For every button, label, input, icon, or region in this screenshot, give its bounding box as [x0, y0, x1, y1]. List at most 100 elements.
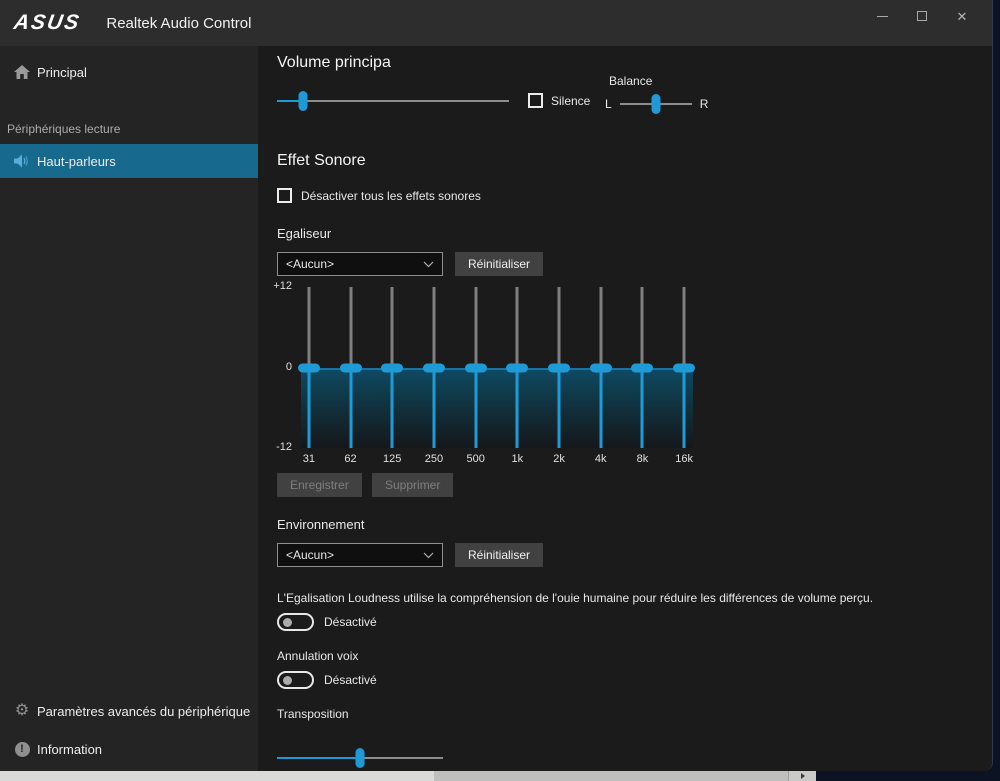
- delete-preset-button[interactable]: Supprimer: [372, 473, 453, 497]
- save-preset-button[interactable]: Enregistrer: [277, 473, 362, 497]
- volume-slider[interactable]: [277, 91, 509, 111]
- eq-band-label: 62: [330, 453, 372, 465]
- silence-checkbox[interactable]: [528, 93, 543, 108]
- equalizer-label: Egaliseur: [277, 226, 331, 241]
- scroll-right-icon: [801, 773, 805, 779]
- environment-reset-button[interactable]: Réinitialiser: [455, 543, 543, 567]
- loudness-description: L'Egalisation Loudness utilise la compré…: [277, 591, 873, 605]
- eq-track-upper: [683, 287, 686, 368]
- eq-band-label: 125: [371, 453, 413, 465]
- eq-track-lower: [599, 368, 602, 448]
- transposition-slider[interactable]: [277, 748, 443, 768]
- eq-slider-handle[interactable]: [423, 364, 445, 373]
- maximize-button[interactable]: [902, 0, 942, 32]
- eq-slider-handle[interactable]: [548, 364, 570, 373]
- environment-preset-dropdown[interactable]: <Aucun>: [277, 543, 443, 567]
- screen: ASUS Realtek Audio Control ✕ Principal P…: [0, 0, 1000, 781]
- minimize-button[interactable]: [862, 0, 902, 32]
- eq-band-label: 8k: [622, 453, 664, 465]
- volume-slider-track: [277, 100, 509, 102]
- eq-band-label: 4k: [580, 453, 622, 465]
- eq-slider-handle[interactable]: [631, 364, 653, 373]
- toggle-knob: [283, 676, 292, 685]
- eq-track-lower: [641, 368, 644, 448]
- eq-band-slider-4k[interactable]: 4k: [580, 287, 622, 467]
- sidebar-item-label: Haut-parleurs: [37, 154, 116, 169]
- balance-control: L R: [605, 94, 708, 114]
- eq-slider-handle[interactable]: [298, 364, 320, 373]
- eq-track-upper: [391, 287, 394, 368]
- horizontal-scrollbar[interactable]: [0, 771, 816, 781]
- app-title: Realtek Audio Control: [106, 15, 251, 32]
- eq-track-upper: [349, 287, 352, 368]
- gear-icon: ⚙: [11, 703, 33, 719]
- sidebar-item-label: Paramètres avancés du périphérique: [37, 704, 250, 719]
- main-content: Volume principa Silence Balance L R: [258, 46, 993, 771]
- sidebar-item-advanced-settings[interactable]: ⚙ Paramètres avancés du périphérique: [0, 695, 258, 727]
- scrollbar-thumb[interactable]: [0, 771, 434, 781]
- equalizer-preset-value: <Aucun>: [286, 257, 423, 271]
- eq-band-slider-500[interactable]: 500: [455, 287, 497, 467]
- transposition-slider-handle[interactable]: [356, 748, 365, 768]
- eq-track-upper: [474, 287, 477, 368]
- sidebar: Principal Périphériques lecture Haut-par…: [0, 46, 258, 771]
- transposition-slider-fill: [277, 757, 360, 759]
- eq-band-slider-8k[interactable]: 8k: [622, 287, 664, 467]
- eq-slider-handle[interactable]: [590, 364, 612, 373]
- balance-slider-handle[interactable]: [651, 94, 660, 114]
- scrollbar-right-button[interactable]: [788, 771, 816, 781]
- loudness-toggle[interactable]: [277, 613, 314, 631]
- asus-logo: ASUS: [12, 11, 83, 35]
- sidebar-item-label: Principal: [37, 65, 87, 80]
- eq-band-label: 31: [288, 453, 330, 465]
- chevron-down-icon: [423, 261, 434, 268]
- sidebar-item-principal[interactable]: Principal: [0, 56, 258, 88]
- speaker-icon: [11, 154, 33, 168]
- eq-track-upper: [599, 287, 602, 368]
- close-button[interactable]: ✕: [942, 0, 982, 32]
- eq-slider-handle[interactable]: [381, 364, 403, 373]
- eq-band-slider-31[interactable]: 31: [288, 287, 330, 467]
- voice-cancellation-label: Annulation voix: [277, 649, 358, 663]
- eq-band-slider-250[interactable]: 250: [413, 287, 455, 467]
- eq-band-slider-16k[interactable]: 16k: [663, 287, 705, 467]
- disable-effects-checkbox[interactable]: [277, 188, 292, 203]
- eq-slider-handle[interactable]: [340, 364, 362, 373]
- environment-label: Environnement: [277, 517, 364, 532]
- equalizer-preset-dropdown[interactable]: <Aucun>: [277, 252, 443, 276]
- close-icon: ✕: [957, 10, 968, 23]
- eq-track-lower: [432, 368, 435, 448]
- eq-track-lower: [349, 368, 352, 448]
- eq-track-lower: [516, 368, 519, 448]
- balance-slider[interactable]: [620, 94, 692, 114]
- eq-band-slider-125[interactable]: 125: [371, 287, 413, 467]
- eq-track-upper: [307, 287, 310, 368]
- eq-slider-handle[interactable]: [673, 364, 695, 373]
- eq-band-slider-2k[interactable]: 2k: [538, 287, 580, 467]
- equalizer-reset-button[interactable]: Réinitialiser: [455, 252, 543, 276]
- voice-cancellation-state-label: Désactivé: [324, 673, 377, 687]
- balance-label: Balance: [609, 74, 652, 88]
- silence-label: Silence: [551, 94, 590, 108]
- voice-cancellation-toggle[interactable]: [277, 671, 314, 689]
- mute-control[interactable]: Silence: [528, 93, 590, 108]
- loudness-state-label: Désactivé: [324, 615, 377, 629]
- maximize-icon: [917, 11, 927, 21]
- eq-band-slider-1k[interactable]: 1k: [497, 287, 539, 467]
- equalizer-panel: 31 62 125 250: [288, 287, 706, 467]
- transposition-label: Transposition: [277, 707, 349, 721]
- eq-band-label: 1k: [497, 453, 539, 465]
- sidebar-item-information[interactable]: ! Information: [0, 733, 258, 765]
- sidebar-item-speakers[interactable]: Haut-parleurs: [0, 144, 258, 178]
- titlebar: ASUS Realtek Audio Control ✕: [0, 0, 992, 46]
- eq-track-upper: [432, 287, 435, 368]
- sound-effect-heading: Effet Sonore: [277, 152, 366, 170]
- disable-effects-control[interactable]: Désactiver tous les effets sonores: [277, 188, 481, 203]
- balance-right-label: R: [700, 97, 709, 111]
- eq-slider-handle[interactable]: [506, 364, 528, 373]
- eq-slider-handle[interactable]: [465, 364, 487, 373]
- volume-slider-handle[interactable]: [298, 91, 307, 111]
- home-icon: [11, 65, 33, 80]
- toggle-knob: [283, 618, 292, 627]
- eq-band-slider-62[interactable]: 62: [330, 287, 372, 467]
